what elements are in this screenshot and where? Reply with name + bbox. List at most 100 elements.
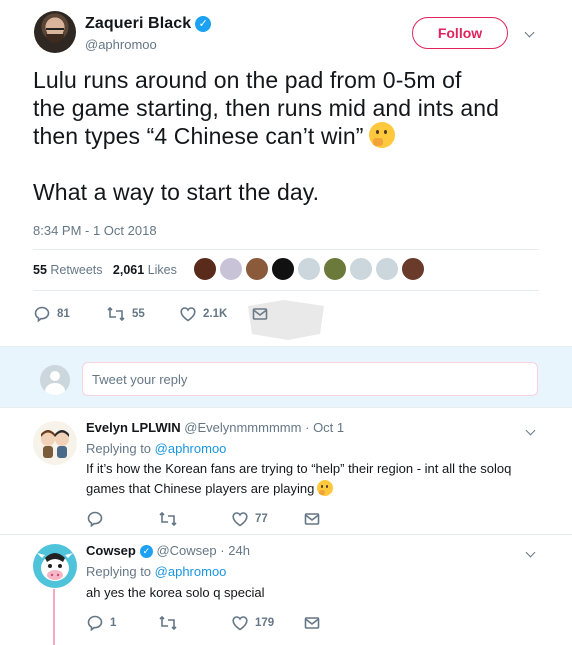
thinking-face-emoji-icon bbox=[317, 480, 334, 496]
like-count: 179 bbox=[255, 616, 275, 629]
reply-input[interactable] bbox=[82, 362, 538, 396]
envelope-icon bbox=[304, 513, 320, 525]
chevron-down-icon[interactable] bbox=[524, 28, 536, 40]
reply-icon bbox=[34, 306, 50, 323]
current-user-avatar bbox=[40, 365, 70, 395]
reply-text-line-with-emoji: games that Chinese players are playing bbox=[86, 479, 526, 499]
tweet-text-line: the game starting, then runs mid and int… bbox=[33, 95, 500, 121]
direct-message-action[interactable] bbox=[303, 508, 327, 528]
liker-avatar[interactable] bbox=[219, 257, 243, 281]
liker-avatar[interactable] bbox=[245, 257, 269, 281]
author-avatar[interactable] bbox=[34, 11, 76, 53]
like-count: 77 bbox=[255, 512, 268, 525]
liker-avatar[interactable] bbox=[375, 257, 399, 281]
reply-action[interactable]: 1 bbox=[86, 612, 116, 632]
envelope-icon bbox=[304, 617, 320, 629]
direct-message-action[interactable] bbox=[303, 612, 327, 632]
author-name-text: Zaqueri Black bbox=[85, 15, 192, 32]
reply-text-line: ah yes the korea solo q special bbox=[86, 585, 265, 600]
thinking-face-emoji-icon bbox=[369, 122, 396, 148]
liker-avatar[interactable] bbox=[401, 257, 425, 281]
retweet-action[interactable] bbox=[158, 508, 184, 528]
engagement-stats: 55 Retweets 2,061 Likes bbox=[33, 263, 177, 277]
liker-avatar[interactable] bbox=[349, 257, 373, 281]
chevron-down-icon[interactable] bbox=[525, 548, 537, 560]
replying-to: Replying to @aphromoo bbox=[86, 564, 226, 579]
like-action[interactable]: 179 bbox=[231, 612, 274, 632]
reply-tweet: Evelyn LPLWIN @Evelynmmmmmm · Oct 1 Repl… bbox=[0, 409, 572, 534]
reply-author-avatar[interactable] bbox=[33, 421, 77, 465]
reply-header: Cowsep ✓ @Cowsep · 24h bbox=[86, 543, 250, 558]
tweet-timestamp[interactable]: 8:34 PM - 1 Oct 2018 bbox=[33, 223, 157, 238]
dot-separator: · bbox=[305, 420, 310, 435]
likes-label: Likes bbox=[147, 263, 177, 277]
reply-action[interactable]: 81 bbox=[33, 303, 70, 323]
heart-icon bbox=[232, 512, 248, 527]
reply-author-name[interactable]: Evelyn LPLWIN bbox=[86, 420, 181, 435]
heart-icon bbox=[180, 307, 196, 322]
tweet-text-line-with-emoji: then types “4 Chinese can’t win” bbox=[33, 122, 543, 150]
reply-count: 1 bbox=[110, 616, 117, 629]
like-count: 2.1K bbox=[203, 307, 228, 320]
reply-text: If it’s how the Korean fans are trying t… bbox=[86, 459, 526, 499]
tweet-text-segment: then types “4 Chinese can’t win” bbox=[33, 123, 364, 149]
avatar-beard bbox=[46, 34, 64, 43]
divider bbox=[33, 290, 539, 291]
retweet-icon bbox=[159, 615, 177, 630]
like-action[interactable]: 2.1K bbox=[179, 303, 227, 323]
reply-author-avatar[interactable] bbox=[33, 544, 77, 588]
follow-button[interactable]: Follow bbox=[412, 17, 508, 49]
divider bbox=[33, 249, 539, 250]
avatar-glasses bbox=[46, 28, 64, 32]
main-tweet: Zaqueri Black ✓ @aphromoo Follow Lulu run… bbox=[0, 0, 572, 346]
replying-to-label: Replying to bbox=[86, 441, 152, 456]
replying-to: Replying to @aphromoo bbox=[86, 441, 226, 456]
reply-author-handle[interactable]: @Cowsep bbox=[156, 543, 216, 558]
liker-avatar[interactable] bbox=[323, 257, 347, 281]
chevron-down-icon[interactable] bbox=[525, 426, 537, 438]
verified-badge-icon: ✓ bbox=[139, 545, 153, 558]
retweet-icon bbox=[107, 306, 125, 321]
dot-separator: · bbox=[220, 543, 225, 558]
liker-avatar[interactable] bbox=[271, 257, 295, 281]
tweet-text-line: Lulu runs around on the pad from 0-5m of bbox=[33, 67, 462, 93]
verified-badge-icon: ✓ bbox=[195, 16, 212, 32]
replying-to-label: Replying to bbox=[86, 564, 152, 579]
retweets-label: Retweets bbox=[50, 263, 103, 277]
cartoon-couple-avatar-icon bbox=[41, 430, 69, 458]
reply-header: Evelyn LPLWIN @Evelynmmmmmm · Oct 1 bbox=[86, 420, 344, 435]
reply-tweet: Cowsep ✓ @Cowsep · 24h Replying to @aphro… bbox=[0, 535, 572, 645]
reply-composer bbox=[0, 346, 572, 408]
reply-text-segment: games that Chinese players are playing bbox=[86, 481, 315, 496]
reply-date[interactable]: 24h bbox=[228, 543, 250, 558]
reply-count: 81 bbox=[57, 307, 70, 320]
tweet-text: Lulu runs around on the pad from 0-5m of… bbox=[33, 66, 543, 206]
replying-to-mention[interactable]: @aphromoo bbox=[155, 564, 227, 579]
retweet-count: 55 bbox=[132, 307, 145, 320]
retweet-icon bbox=[159, 511, 177, 526]
reply-action[interactable] bbox=[86, 508, 110, 528]
retweet-action[interactable] bbox=[158, 612, 184, 632]
cow-avatar-icon bbox=[37, 553, 73, 581]
reply-date[interactable]: Oct 1 bbox=[313, 420, 344, 435]
watermark-shape-icon bbox=[248, 300, 324, 340]
author-name[interactable]: Zaqueri Black ✓ bbox=[85, 15, 212, 33]
author-handle[interactable]: @aphromoo bbox=[85, 37, 157, 52]
reply-icon bbox=[87, 615, 103, 632]
reply-text-line: If it’s how the Korean fans are trying t… bbox=[86, 461, 512, 476]
retweets-count: 55 bbox=[33, 263, 47, 277]
liker-avatar[interactable] bbox=[297, 257, 321, 281]
reply-author-name[interactable]: Cowsep bbox=[86, 543, 136, 558]
watermark-logo bbox=[244, 298, 328, 342]
reply-icon bbox=[87, 511, 103, 528]
likes-stat[interactable]: 2,061 Likes bbox=[113, 263, 177, 277]
heart-icon bbox=[232, 616, 248, 631]
replying-to-mention[interactable]: @aphromoo bbox=[155, 441, 227, 456]
like-action[interactable]: 77 bbox=[231, 508, 268, 528]
reply-author-handle[interactable]: @Evelynmmmmmm bbox=[184, 420, 301, 435]
reply-text: ah yes the korea solo q special bbox=[86, 583, 526, 603]
retweet-action[interactable]: 55 bbox=[106, 303, 145, 323]
retweets-stat[interactable]: 55 Retweets bbox=[33, 263, 103, 277]
liker-avatar[interactable] bbox=[193, 257, 217, 281]
